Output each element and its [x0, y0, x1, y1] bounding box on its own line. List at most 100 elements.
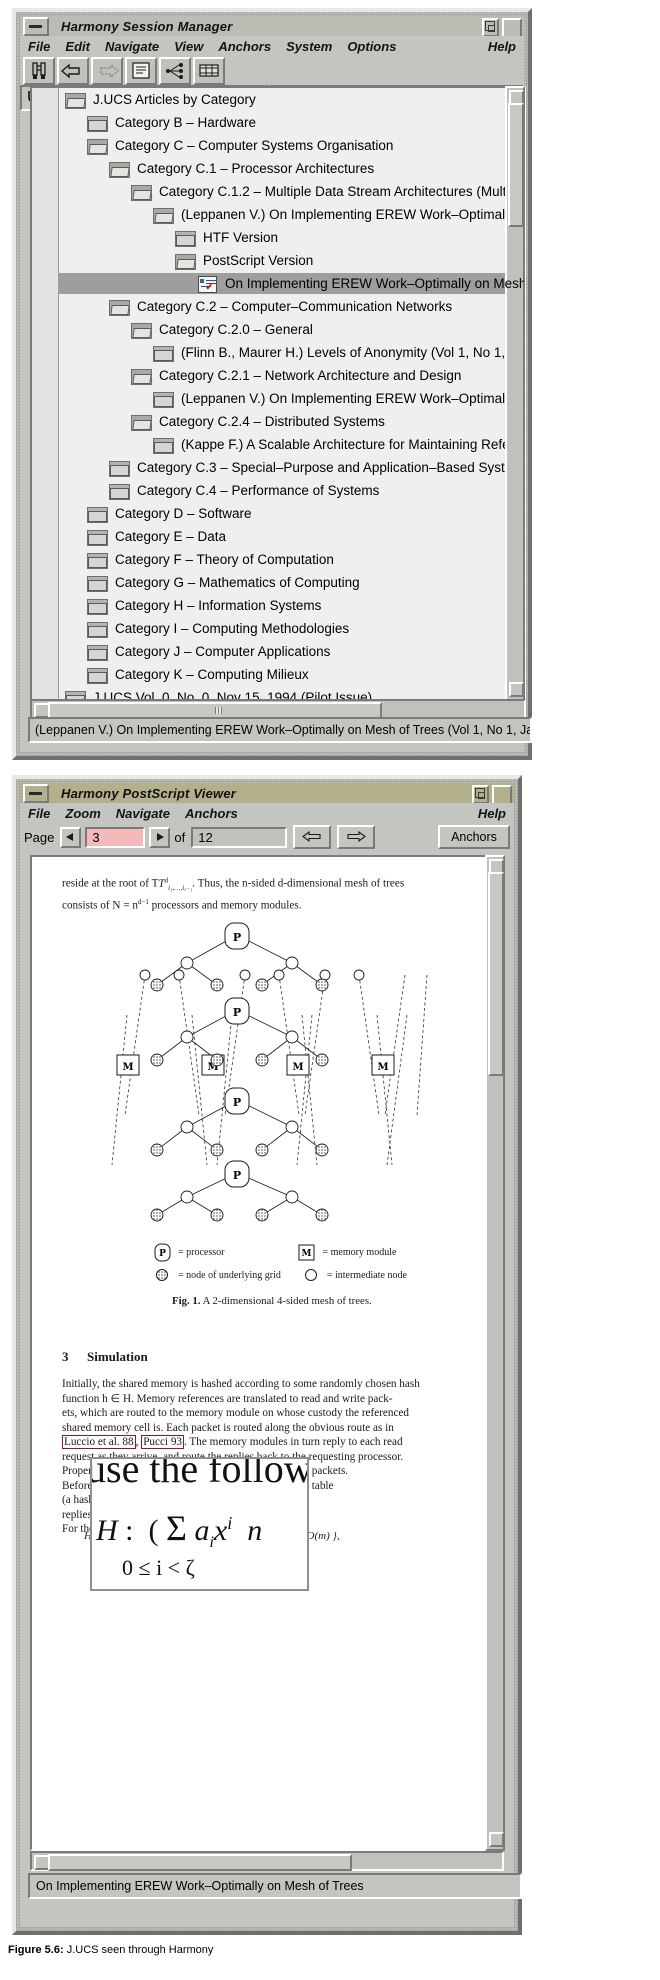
tree-row[interactable]: Category C.3 – Special–Purpose and Appli… [58, 456, 524, 479]
category-tree-panel[interactable]: J.UCS Articles by Category Category B – H… [30, 86, 526, 701]
menu-help[interactable]: Help [488, 39, 516, 54]
tree-row[interactable]: Category I – Computing Methodologies [58, 617, 524, 640]
tree-row[interactable]: J.UCS Vol. 0, No. 0, Nov 15, 1994 (Pilot… [58, 686, 524, 699]
ps-menu-help[interactable]: Help [478, 806, 506, 821]
menu-file[interactable]: File [28, 39, 50, 54]
tree-row[interactable]: (Flinn B., Maurer H.) Levels of Anonymit… [58, 341, 524, 364]
map-icon[interactable] [193, 57, 225, 85]
tree-row[interactable]: Category F – Theory of Computation [58, 548, 524, 571]
ps-viewer-titlebar[interactable]: Harmony PostScript Viewer [20, 783, 514, 805]
folder-closed-icon[interactable] [86, 621, 108, 638]
folder-closed-icon[interactable] [108, 460, 130, 477]
folder-closed-icon[interactable] [86, 598, 108, 615]
anchor-link-pucci[interactable]: Pucci 93 [141, 1435, 185, 1449]
folder-open-icon[interactable] [152, 207, 174, 224]
menu-navigate[interactable]: Navigate [105, 39, 159, 54]
scroll-down-arrow[interactable] [509, 682, 524, 697]
ps-horizontal-scrollbar[interactable] [30, 1851, 504, 1871]
window-menu-icon[interactable] [23, 16, 49, 36]
page-prev-button[interactable] [60, 826, 82, 848]
folder-closed-icon[interactable] [86, 575, 108, 592]
back-arrow-icon[interactable] [57, 57, 89, 85]
folder-closed-icon[interactable] [152, 437, 174, 454]
tree-row[interactable]: Category C.2.4 – Distributed Systems [58, 410, 524, 433]
tree-row[interactable]: Category C.2.1 – Network Architecture an… [58, 364, 524, 387]
postscript-page-canvas[interactable]: reside at the root of TTdi₁,…,iₔ₋₁. Thus… [30, 855, 504, 1851]
folder-closed-icon[interactable] [152, 345, 174, 362]
tree-row[interactable]: (Leppanen V.) On Implementing EREW Work–… [58, 203, 524, 226]
page-number-input[interactable]: 3 [85, 826, 146, 848]
processor-symbol-icon: P [154, 1243, 171, 1262]
ps-menu-navigate[interactable]: Navigate [116, 806, 170, 821]
menu-view[interactable]: View [174, 39, 203, 54]
menu-anchors[interactable]: Anchors [218, 39, 271, 54]
folder-open-icon[interactable] [108, 161, 130, 178]
menu-system[interactable]: System [286, 39, 332, 54]
folder-closed-icon[interactable] [86, 667, 108, 684]
tree-row[interactable]: Category E – Data [58, 525, 524, 548]
menu-options[interactable]: Options [347, 39, 396, 54]
folder-open-icon[interactable] [130, 368, 152, 385]
ps-scroll-down-arrow[interactable] [489, 1832, 504, 1847]
folder-open-icon[interactable] [86, 138, 108, 155]
tree-row[interactable]: Category K – Computing Milieux [58, 663, 524, 686]
tree-row[interactable]: Category H – Information Systems [58, 594, 524, 617]
document-list-icon[interactable] [125, 57, 157, 85]
session-manager-titlebar[interactable]: Harmony Session Manager [20, 16, 524, 38]
menu-edit[interactable]: Edit [65, 39, 90, 54]
forward-arrow-icon[interactable] [91, 57, 123, 85]
folder-closed-icon[interactable] [174, 230, 196, 247]
ps-menu-zoom[interactable]: Zoom [65, 806, 100, 821]
folder-open-icon[interactable] [130, 184, 152, 201]
tree-row[interactable]: PostScript Version [58, 249, 524, 272]
tree-row[interactable]: Category C – Computer Systems Organisati… [58, 134, 524, 157]
tree-row[interactable]: J.UCS Articles by Category [58, 88, 524, 111]
tree-row[interactable]: Category J – Computer Applications [58, 640, 524, 663]
tree-row[interactable]: Category C.2 – Computer–Communication Ne… [58, 295, 524, 318]
ps-horizontal-thumb[interactable] [48, 1854, 352, 1871]
ps-window-menu-icon[interactable] [23, 783, 49, 803]
anchor-link-luccio[interactable]: Luccio et al. 88 [62, 1435, 136, 1449]
folder-closed-icon[interactable] [86, 506, 108, 523]
tree-row[interactable]: Category G – Mathematics of Computing [58, 571, 524, 594]
tree-row[interactable]: Category C.1.2 – Multiple Data Stream Ar… [58, 180, 524, 203]
anchors-button[interactable]: Anchors [438, 825, 510, 849]
tree-list[interactable]: J.UCS Articles by Category Category B – H… [58, 88, 524, 699]
tree-row[interactable]: Category B – Hardware [58, 111, 524, 134]
tree-row[interactable]: Category D – Software [58, 502, 524, 525]
tree-row[interactable]: (Leppanen V.) On Implementing EREW Work–… [58, 387, 524, 410]
folder-open-icon[interactable] [108, 299, 130, 316]
ps-vertical-scrollbar[interactable] [485, 855, 505, 1851]
folder-closed-icon[interactable] [86, 529, 108, 546]
tree-row[interactable]: Category C.2.0 – General [58, 318, 524, 341]
page-next-button[interactable] [149, 826, 171, 848]
history-back-button[interactable] [293, 825, 332, 849]
binoculars-icon[interactable] [23, 57, 55, 85]
magnifier-overlay[interactable]: use the follow H : ( Σ aixi n 0 ≤ i < ζ [90, 1457, 309, 1591]
folder-closed-icon[interactable] [86, 552, 108, 569]
tree-row[interactable]: Category C.1 – Processor Architectures [58, 157, 524, 180]
ps-menu-file[interactable]: File [28, 806, 50, 821]
folder-closed-icon[interactable] [86, 115, 108, 132]
tree-row[interactable]: (Kappe F.) A Scalable Architecture for M… [58, 433, 524, 456]
folder-open-icon[interactable] [174, 253, 196, 270]
tree-row[interactable]: ✓ On Implementing EREW Work–Optimally on … [58, 272, 524, 295]
document-checked-icon[interactable]: ✓ [196, 275, 218, 293]
folder-closed-icon[interactable] [152, 391, 174, 408]
folder-closed-icon[interactable] [64, 690, 86, 699]
folder-closed-icon[interactable] [108, 483, 130, 500]
tree-row[interactable]: HTF Version [58, 226, 524, 249]
folder-closed-icon[interactable] [86, 644, 108, 661]
folder-open-icon[interactable] [64, 92, 86, 109]
history-forward-button[interactable] [337, 825, 376, 849]
graph-icon[interactable] [159, 57, 191, 85]
maximize-icon[interactable] [502, 18, 522, 38]
folder-open-icon[interactable] [130, 322, 152, 339]
vertical-scroll-thumb[interactable] [508, 103, 524, 227]
tree-row[interactable]: Category C.4 – Performance of Systems [58, 479, 524, 502]
tree-vertical-scrollbar[interactable] [505, 86, 525, 701]
ps-menu-anchors[interactable]: Anchors [185, 806, 238, 821]
folder-open-icon[interactable] [130, 414, 152, 431]
ps-maximize-icon[interactable] [492, 785, 512, 805]
ps-vertical-thumb[interactable] [488, 872, 504, 1076]
